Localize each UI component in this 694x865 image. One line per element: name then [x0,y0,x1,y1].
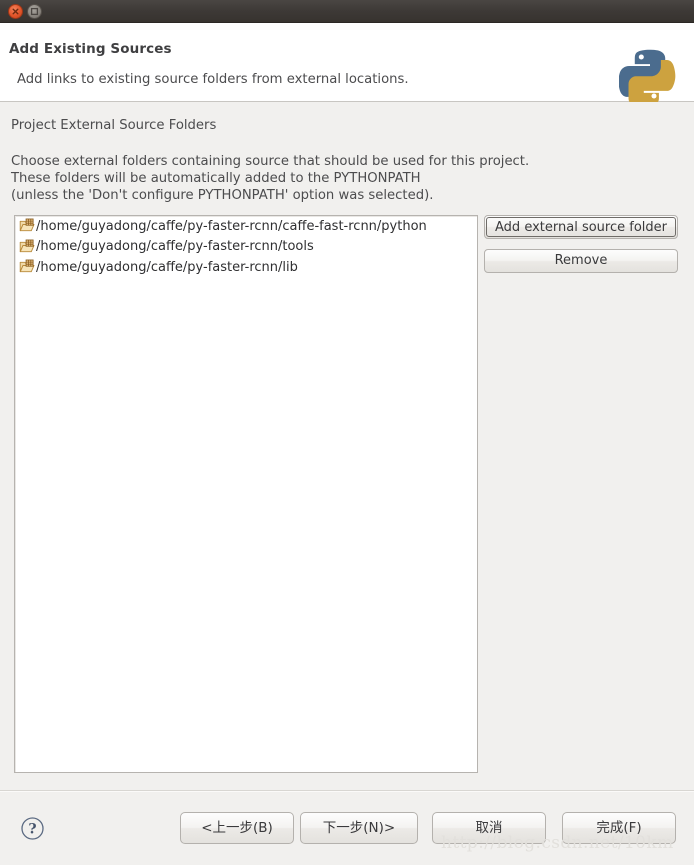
list-item-label: /home/guyadong/caffe/py-faster-rcnn/caff… [36,218,427,234]
list-item-label: /home/guyadong/caffe/py-faster-rcnn/tool… [36,239,314,255]
remove-button[interactable]: Remove [484,249,678,273]
dialog-header: Add Existing Sources Add links to existi… [0,23,694,108]
folder-icon [19,239,35,255]
svg-text:?: ? [28,821,36,837]
page-subtitle: Add links to existing source folders fro… [17,72,409,87]
add-external-source-folder-button[interactable]: Add external source folder [484,215,678,239]
python-logo-icon [618,45,681,108]
titlebar [0,0,694,23]
folder-icon [19,259,35,275]
section-description: Choose external folders containing sourc… [11,154,530,204]
help-question-icon[interactable]: ? [20,816,45,841]
list-item[interactable]: /home/guyadong/caffe/py-faster-rcnn/caff… [15,216,477,237]
maximize-icon[interactable] [27,4,42,19]
dialog-window: Add Existing Sources Add links to existi… [0,0,694,865]
dialog-body: Project External Source Folders Choose e… [0,102,694,790]
list-item-label: /home/guyadong/caffe/py-faster-rcnn/lib [36,259,298,275]
add-external-source-folder-label: Add external source folder [486,217,676,237]
cancel-button[interactable]: 取消 [432,812,546,844]
list-item[interactable]: /home/guyadong/caffe/py-faster-rcnn/tool… [15,237,477,258]
list-item[interactable]: /home/guyadong/caffe/py-faster-rcnn/lib [15,257,477,278]
finish-button[interactable]: 完成(F) [562,812,676,844]
close-icon[interactable] [8,4,23,19]
external-source-folders-list[interactable]: /home/guyadong/caffe/py-faster-rcnn/caff… [14,215,478,773]
page-title: Add Existing Sources [9,41,172,57]
back-button[interactable]: <上一步(B) [180,812,294,844]
section-title: Project External Source Folders [11,118,217,133]
next-button[interactable]: 下一步(N)> [300,812,418,844]
folder-icon [19,218,35,234]
